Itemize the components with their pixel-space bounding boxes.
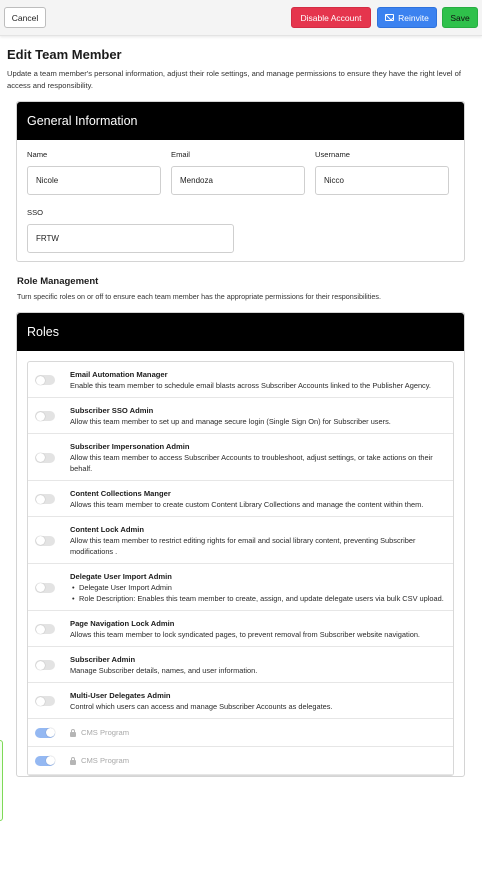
role-item-subscriber-admin: Subscriber Admin Manage Subscriber detai… bbox=[28, 647, 453, 683]
name-field-group: Name Nicole bbox=[27, 150, 161, 195]
role-name: Subscriber SSO Admin bbox=[70, 406, 154, 415]
roles-header: Roles bbox=[17, 313, 464, 351]
role-management-description: Turn specific roles on or off to ensure … bbox=[17, 292, 381, 301]
role-toggle[interactable] bbox=[35, 582, 55, 593]
role-item-content-collections-manger: Content Collections Manger Allows this t… bbox=[28, 481, 453, 517]
role-description: Allows this team member to create custom… bbox=[70, 500, 424, 509]
reinvite-label: Reinvite bbox=[398, 12, 429, 23]
reinvite-button[interactable]: Reinvite bbox=[377, 7, 437, 28]
role-description: Allows this team member to lock syndicat… bbox=[70, 630, 420, 639]
role-bullet: Delegate User Import Admin bbox=[70, 582, 445, 593]
lock-icon bbox=[70, 756, 76, 765]
disable-account-button[interactable]: Disable Account bbox=[291, 7, 371, 28]
sso-field-group: SSO FRTW bbox=[27, 208, 234, 253]
role-name: Subscriber Impersonation Admin bbox=[70, 442, 190, 451]
roles-card: Roles Email Automation Manager Enable th… bbox=[16, 312, 465, 777]
role-toggle[interactable] bbox=[35, 494, 55, 504]
role-toggle[interactable] bbox=[35, 727, 55, 738]
role-description: Allow this team member to access Subscri… bbox=[70, 453, 433, 473]
lock-icon bbox=[70, 728, 76, 737]
role-item-cms-program: CMS Program bbox=[28, 719, 453, 747]
role-name: Delegate User Import Admin bbox=[70, 572, 172, 581]
role-name: Email Automation Manager bbox=[70, 370, 168, 379]
role-toggle[interactable] bbox=[35, 411, 55, 421]
cms-program-label: CMS Program bbox=[81, 728, 130, 737]
role-item-subscriber-impersonation-admin: Subscriber Impersonation Admin Allow thi… bbox=[28, 434, 453, 481]
cms-program-label: CMS Program bbox=[81, 756, 130, 765]
role-description: Allow this team member to restrict editi… bbox=[70, 536, 416, 556]
roles-list: Email Automation Manager Enable this tea… bbox=[27, 361, 454, 776]
side-feedback-tab[interactable] bbox=[0, 740, 3, 821]
mail-icon bbox=[385, 14, 395, 21]
role-name: Subscriber Admin bbox=[70, 655, 136, 664]
save-button[interactable]: Save bbox=[442, 7, 478, 28]
role-bullet: Role Description: Enables this team memb… bbox=[70, 593, 445, 604]
role-description: Allow this team member to set up and man… bbox=[70, 417, 391, 426]
role-description: Enable this team member to schedule emai… bbox=[70, 381, 431, 390]
general-information-header: General Information bbox=[17, 102, 464, 140]
role-name: Content Collections Manger bbox=[70, 489, 171, 498]
sso-label: SSO bbox=[27, 208, 44, 217]
name-label: Name bbox=[27, 150, 48, 159]
page-description: Update a team member's personal informat… bbox=[7, 69, 461, 90]
sso-input[interactable]: FRTW bbox=[27, 224, 234, 253]
role-toggle[interactable] bbox=[35, 535, 55, 546]
general-information-card: General Information Name Nicole Email Me… bbox=[16, 101, 465, 262]
email-label: Email bbox=[171, 150, 190, 159]
role-item-multi-user-delegates-admin: Multi-User Delegates Admin Control which… bbox=[28, 683, 453, 719]
role-name: Multi-User Delegates Admin bbox=[70, 691, 171, 700]
role-item-cms-program: CMS Program bbox=[28, 747, 453, 775]
role-toggle[interactable] bbox=[35, 755, 55, 766]
role-management-title: Role Management bbox=[17, 276, 99, 287]
username-input[interactable]: Nicco bbox=[315, 166, 449, 195]
name-input[interactable]: Nicole bbox=[27, 166, 161, 195]
role-description: Control which users can access and manag… bbox=[70, 702, 333, 711]
role-item-content-lock-admin: Content Lock Admin Allow this team membe… bbox=[28, 517, 453, 564]
role-toggle[interactable] bbox=[35, 375, 55, 385]
role-name: Content Lock Admin bbox=[70, 525, 144, 534]
role-toggle[interactable] bbox=[35, 696, 55, 706]
username-field-group: Username Nicco bbox=[315, 150, 449, 195]
role-toggle[interactable] bbox=[35, 624, 55, 634]
role-item-subscriber-sso-admin: Subscriber SSO Admin Allow this team mem… bbox=[28, 398, 453, 434]
cancel-button[interactable]: Cancel bbox=[4, 7, 46, 28]
email-input[interactable]: Mendoza bbox=[171, 166, 305, 195]
role-item-delegate-user-import-admin: Delegate User Import Admin Delegate User… bbox=[28, 564, 453, 611]
role-name: Page Navigation Lock Admin bbox=[70, 619, 175, 628]
page-content: Edit Team Member Update a team member's … bbox=[0, 47, 482, 777]
role-item-page-navigation-lock-admin: Page Navigation Lock Admin Allows this t… bbox=[28, 611, 453, 647]
role-description: Delegate User Import Admin Role Descript… bbox=[70, 582, 445, 604]
username-label: Username bbox=[315, 150, 351, 159]
top-toolbar: Cancel Disable Account Reinvite Save bbox=[0, 0, 482, 36]
role-item-email-automation-manager: Email Automation Manager Enable this tea… bbox=[28, 362, 453, 398]
email-field-group: Email Mendoza bbox=[171, 150, 305, 195]
role-toggle[interactable] bbox=[35, 452, 55, 463]
role-toggle[interactable] bbox=[35, 660, 55, 670]
role-description: Manage Subscriber details, names, and us… bbox=[70, 666, 258, 675]
page-title: Edit Team Member bbox=[7, 47, 122, 62]
